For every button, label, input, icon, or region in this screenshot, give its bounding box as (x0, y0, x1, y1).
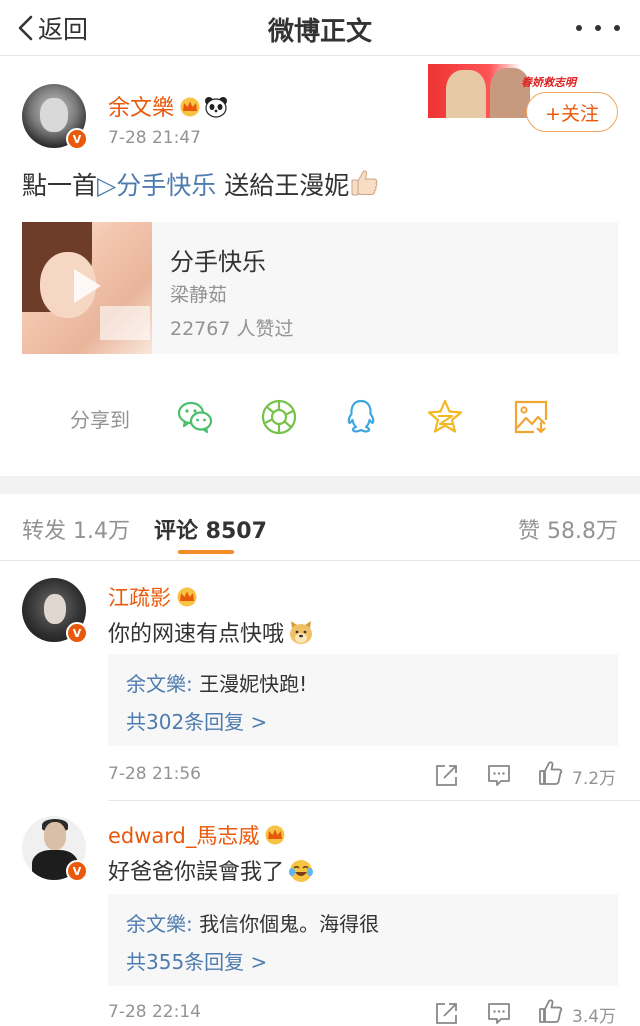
share-icon[interactable] (434, 1000, 460, 1026)
qq-icon[interactable] (342, 398, 380, 436)
like-count: 3.4万 (572, 1007, 617, 1026)
view-replies-link[interactable]: 共355条回复 > (126, 946, 267, 975)
comment-text: 好爸爸你誤會我了 (108, 854, 314, 886)
song-link[interactable]: ▷分手快乐 (97, 171, 216, 200)
share-label: 分享到 (70, 408, 130, 432)
laughing-tears-emoji-icon (289, 860, 314, 882)
music-card[interactable]: 分手快乐 梁静茹 22767 人赞过 (22, 222, 618, 354)
comment-author[interactable]: edward_馬志威 (108, 820, 287, 850)
section-divider (0, 476, 640, 494)
promo-banner-text: 春娇救志明 (521, 76, 576, 89)
reply-preview[interactable]: 余文樂: 我信你個鬼。海得很 共355条回复 > (108, 894, 618, 986)
tab-comments[interactable]: 评论 8507 (154, 513, 267, 545)
share-icon[interactable] (434, 762, 460, 788)
save-image-icon[interactable] (512, 398, 550, 436)
tabs-divider (0, 560, 640, 561)
page-title: 微博正文 (267, 17, 372, 47)
reply-author[interactable]: 余文樂: (126, 672, 193, 696)
qzone-star-icon[interactable] (426, 398, 464, 436)
verified-badge-icon: V (66, 128, 88, 150)
comment-text-label: 好爸爸你誤會我了 (108, 860, 285, 885)
post-author-name[interactable]: 余文樂 (108, 90, 228, 122)
panda-icon (205, 97, 228, 118)
more-options-icon[interactable] (576, 22, 620, 34)
comment-author-label: edward_馬志威 (108, 824, 260, 848)
nav-bar: 返回 微博正文 (0, 0, 640, 56)
post-text-after: 送給王漫妮 (224, 171, 350, 200)
comment-time: 7-28 22:14 (108, 1002, 201, 1022)
thumbs-up-emoji-icon (351, 170, 378, 196)
like-icon[interactable] (538, 760, 564, 786)
post-text-before: 點一首 (22, 171, 98, 200)
wechat-icon[interactable] (176, 398, 214, 436)
moments-icon[interactable] (260, 398, 298, 436)
crown-icon (177, 587, 197, 607)
like-count: 7.2万 (572, 769, 617, 789)
play-icon[interactable] (70, 266, 104, 306)
verified-badge-icon: V (66, 622, 88, 644)
reply-text: 王漫妮快跑! (199, 672, 308, 696)
reply-line: 余文樂: 王漫妮快跑! (126, 668, 307, 697)
reply-text: 我信你個鬼。海得很 (199, 912, 380, 936)
tab-likes[interactable]: 赞 58.8万 (518, 513, 618, 545)
crown-icon (265, 825, 285, 845)
comment-time: 7-28 21:56 (108, 764, 201, 784)
music-like-count: 22767 人赞过 (170, 318, 294, 340)
comment-text-label: 你的网速有点快哦 (108, 622, 285, 647)
comment-icon[interactable] (486, 762, 512, 788)
like-icon[interactable] (538, 998, 564, 1024)
tab-reposts[interactable]: 转发 1.4万 (22, 513, 130, 545)
follow-button[interactable]: +关注 (526, 92, 618, 132)
comment-author-label: 江疏影 (108, 586, 171, 610)
reply-author[interactable]: 余文樂: (126, 912, 193, 936)
post-text: 點一首▷分手快乐 送給王漫妮 (22, 166, 381, 202)
reply-preview[interactable]: 余文樂: 王漫妮快跑! 共302条回复 > (108, 654, 618, 746)
post-time: 7-28 21:47 (108, 128, 201, 148)
music-artist: 梁静茹 (170, 284, 228, 306)
verified-badge-icon: V (66, 860, 88, 882)
active-tab-indicator (178, 550, 234, 554)
comment-text: 你的网速有点快哦 (108, 616, 314, 648)
comment-icon[interactable] (486, 1000, 512, 1026)
comment-divider (108, 800, 640, 801)
reply-line: 余文樂: 我信你個鬼。海得很 (126, 908, 379, 937)
post-author-label: 余文樂 (108, 96, 175, 121)
album-cover (22, 222, 152, 354)
doge-emoji-icon (290, 621, 313, 644)
crown-icon (180, 97, 200, 117)
comment-author[interactable]: 江疏影 (108, 582, 199, 612)
music-title: 分手快乐 (170, 248, 266, 276)
view-replies-link[interactable]: 共302条回复 > (126, 706, 267, 735)
